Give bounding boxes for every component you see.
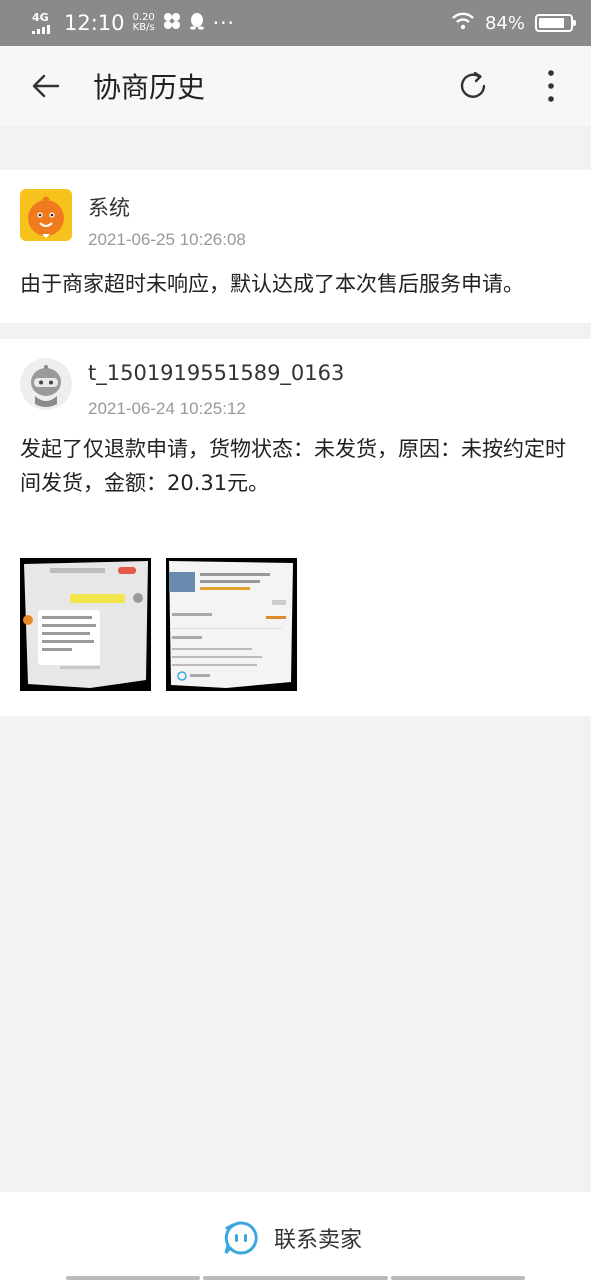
speed-unit: KB/s	[132, 22, 155, 33]
refresh-button[interactable]	[455, 68, 491, 104]
status-bar: 4G 12:10 0.20 KB/s ··· 84%	[0, 0, 591, 46]
history-record-system: 系统 2021-06-25 10:26:08 由于商家超时未响应，默认达成了本次…	[0, 170, 591, 323]
sender-name: t_1501919551589_0163	[88, 361, 345, 385]
app-bar: 协商历史	[0, 46, 591, 126]
nav-hint-bar	[203, 1276, 388, 1280]
nav-hint-bar	[391, 1276, 525, 1280]
user-avatar	[20, 358, 72, 410]
back-arrow-icon	[32, 74, 60, 98]
net-speed: 0.20 KB/s	[133, 13, 155, 33]
network-type: 4G	[32, 10, 49, 24]
sender-name: 系统	[88, 196, 130, 220]
contact-seller-label: 联系卖家	[274, 1228, 363, 1253]
refresh-icon	[460, 71, 486, 98]
clock: 12:10	[64, 11, 125, 35]
record-time: 2021-06-25 10:26:08	[88, 230, 246, 249]
qq-penguin-icon	[189, 12, 205, 35]
battery-percent: 84%	[484, 12, 525, 34]
wifi-icon	[451, 12, 475, 35]
more-vertical-icon	[548, 70, 554, 102]
contact-seller-button[interactable]: 联系卖家	[222, 1218, 362, 1258]
system-avatar	[20, 189, 72, 241]
attachment-thumbnail-order[interactable]	[166, 558, 297, 691]
page-title: 协商历史	[93, 71, 206, 104]
more-dots-icon: ···	[212, 11, 235, 35]
attachment-thumbnail-chat[interactable]	[20, 558, 151, 691]
more-menu-button[interactable]	[540, 68, 562, 104]
record-time: 2021-06-24 10:25:12	[88, 399, 246, 418]
record-message: 由于商家超时未响应，默认达成了本次售后服务申请。	[20, 272, 524, 296]
pinwheel-icon	[163, 12, 181, 35]
back-button[interactable]	[30, 70, 62, 102]
chat-bubble-icon	[224, 1221, 258, 1255]
history-record-buyer: t_1501919551589_0163 2021-06-24 10:25:12…	[0, 339, 591, 716]
record-message: 发起了仅退款申请，货物状态：未发货，原因：未按约定时间发货，金额：20.31元。	[20, 437, 566, 495]
bottom-bar: 联系卖家	[0, 1192, 591, 1280]
battery-icon	[535, 14, 576, 32]
signal-icon: 4G	[32, 10, 54, 34]
nav-hint-bar	[66, 1276, 200, 1280]
